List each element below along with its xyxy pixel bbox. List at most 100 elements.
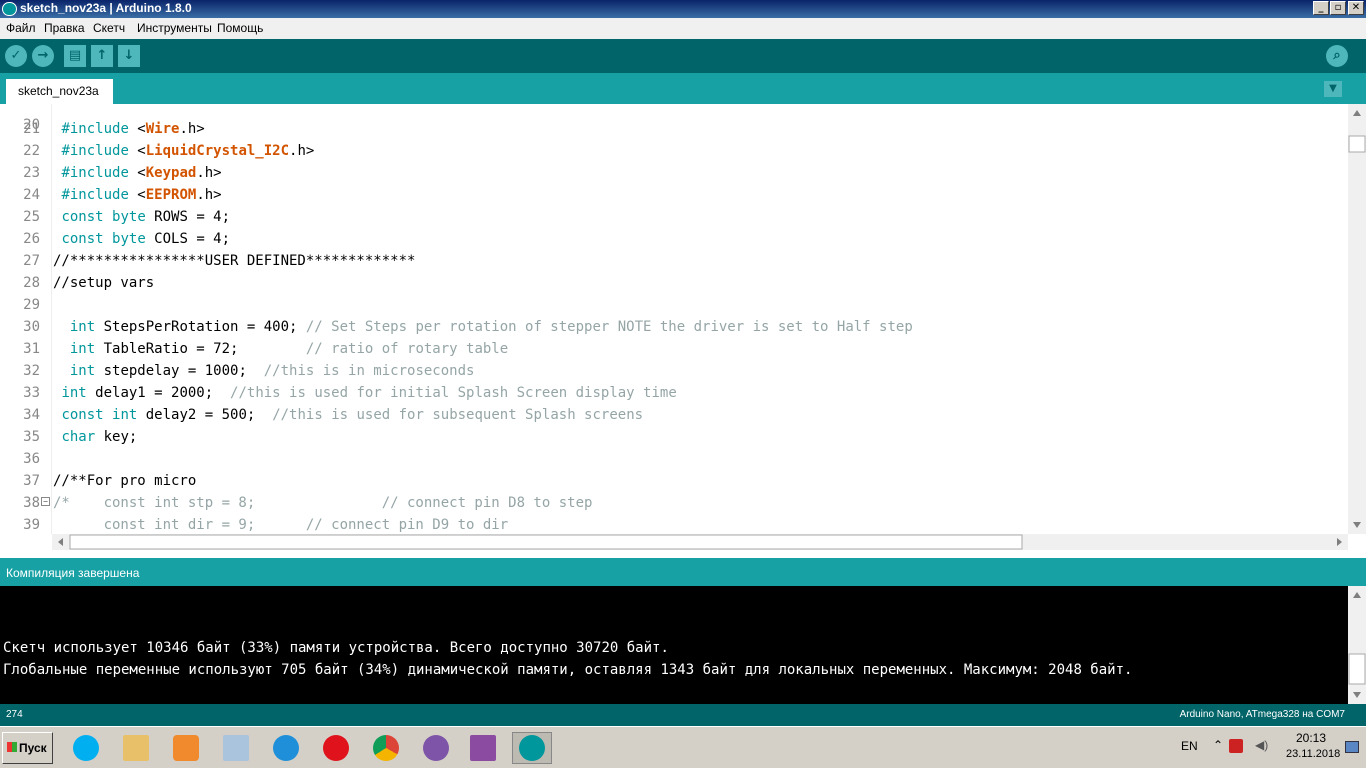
code-text: #include <Wire.h> — [61, 121, 205, 137]
code-text: const int delay2 = 500; //this is used f… — [61, 407, 644, 423]
maximize-button[interactable]: ▫ — [1330, 1, 1346, 15]
line-number: 30 — [23, 319, 40, 335]
code-text: //****************USER DEFINED**********… — [53, 253, 416, 269]
winrar-icon[interactable] — [463, 732, 503, 764]
menu-edit[interactable]: Правка — [44, 21, 85, 35]
code-text: #include <EEPROM.h> — [61, 187, 222, 203]
media-player-icon[interactable] — [166, 732, 206, 764]
console-scroll-parts — [1348, 592, 1366, 698]
clock-date[interactable]: 23.11.2018 — [1286, 748, 1340, 760]
console-scrollbar[interactable] — [1348, 586, 1366, 704]
editor-line: 20 — [0, 104, 40, 133]
code-text: const int dir = 9; // connect pin D9 to … — [53, 517, 509, 533]
hscroll-parts — [58, 534, 1342, 550]
scroll-up-arrow[interactable] — [1353, 110, 1361, 116]
opera-icon[interactable] — [316, 732, 356, 764]
menu-bar: Файл Правка Скетч Инструменты Помощь — [0, 18, 1366, 39]
upload-icon[interactable]: → — [32, 45, 54, 67]
folder-icon[interactable] — [116, 732, 156, 764]
menu-file[interactable]: Файл — [6, 21, 36, 35]
tab-sketch[interactable]: sketch_nov23a — [6, 79, 113, 104]
line-number: 23 — [23, 165, 40, 181]
clock-time[interactable]: 20:13 — [1296, 731, 1326, 745]
status-message: Компиляция завершена — [6, 566, 140, 580]
system-tray: EN ⌃ ◀) 20:13 23.11.2018 — [1175, 727, 1366, 769]
taskbar: Пуск EN ⌃ ◀) 20:13 23.11.2018 — [0, 726, 1366, 768]
code-text: int StepsPerRotation = 400; // Set Steps… — [69, 319, 913, 335]
tab-bar: sketch_nov23a ▼ — [0, 73, 1366, 104]
scroll-up-arrow[interactable] — [1353, 592, 1361, 598]
window-title: sketch_nov23a | Arduino 1.8.0 — [20, 1, 192, 15]
code-text: #include <LiquidCrystal_I2C.h> — [61, 143, 315, 159]
line-number: 27 — [23, 253, 40, 269]
scroll-left-arrow[interactable] — [58, 538, 63, 546]
title-bar: sketch_nov23a | Arduino 1.8.0 _ ▫ ✕ — [0, 0, 1366, 18]
toolbar: ✓ → ▤ ↑ ↓ ⌕ — [0, 39, 1366, 73]
show-desktop-icon[interactable] — [1345, 741, 1359, 753]
arduino-icon — [2, 2, 17, 16]
output-console[interactable]: Скетч использует 10346 байт (33%) памяти… — [0, 586, 1348, 704]
line-number: 39 — [23, 517, 40, 533]
code-text: int delay1 = 2000; //this is used for in… — [61, 385, 677, 401]
scrollbar-thumb[interactable] — [1348, 135, 1366, 153]
code-editor[interactable]: 20 21 #include <Wire.h> 22 #include <Liqu… — [0, 104, 1348, 534]
line-number: 29 — [23, 297, 40, 313]
skype-icon[interactable] — [66, 732, 106, 764]
fold-toggle-icon[interactable]: − — [41, 497, 50, 506]
code-text: //setup vars — [53, 275, 155, 291]
chrome-icon[interactable] — [366, 732, 406, 764]
line-number: 38 — [23, 495, 40, 511]
menu-sketch[interactable]: Скетч — [93, 21, 125, 35]
arduino-icon[interactable] — [512, 732, 552, 764]
magnifier-icon[interactable]: ⌕ — [1326, 45, 1348, 67]
language-indicator[interactable]: EN — [1181, 739, 1198, 753]
new-icon[interactable]: ▤ — [64, 45, 86, 67]
scroll-down-arrow[interactable] — [1353, 692, 1361, 698]
line-number: 35 — [23, 429, 40, 445]
line-number: 25 — [23, 209, 40, 225]
line-number: 36 — [23, 451, 40, 467]
editor-vertical-scrollbar[interactable] — [1348, 104, 1366, 534]
console-scroll-thumb[interactable] — [1348, 653, 1366, 685]
open-icon[interactable]: ↑ — [91, 45, 113, 67]
menu-tools[interactable]: Инструменты — [137, 21, 212, 35]
code-text: const byte ROWS = 4; — [61, 209, 231, 225]
line-number: 33 — [23, 385, 40, 401]
line-number: 32 — [23, 363, 40, 379]
footer-bar: 274 Arduino Nano, ATmega328 на COM7 — [0, 704, 1366, 726]
line-number: 31 — [23, 341, 40, 357]
editor-horizontal-scrollbar[interactable] — [52, 534, 1348, 550]
code-text: /* const int stp = 8; // connect pin D8 … — [53, 495, 593, 511]
status-bar: Компиляция завершена — [0, 558, 1366, 586]
line-number: 22 — [23, 143, 40, 159]
menu-help[interactable]: Помощь — [217, 21, 263, 35]
line-number-indicator: 274 — [6, 709, 23, 720]
scrollbar-arrows — [1348, 110, 1366, 528]
show-hidden-icons-icon[interactable]: ⌃ — [1213, 738, 1223, 752]
console-line: Скетч использует 10346 байт (33%) памяти… — [3, 640, 669, 656]
close-button[interactable]: ✕ — [1348, 1, 1364, 15]
code-text: char key; — [61, 429, 138, 445]
start-button[interactable]: Пуск — [2, 732, 53, 764]
hscroll-thumb[interactable] — [69, 534, 1023, 550]
code-text: const byte COLS = 4; — [61, 231, 231, 247]
verify-icon[interactable]: ✓ — [5, 45, 27, 67]
code-text: int TableRatio = 72; // ratio of rotary … — [69, 341, 509, 357]
viber-icon[interactable] — [416, 732, 456, 764]
line-number: 21 — [23, 121, 40, 137]
tab-menu-chevron-down-icon[interactable]: ▼ — [1324, 81, 1342, 97]
board-port-label: Arduino Nano, ATmega328 на COM7 — [1179, 709, 1345, 720]
tray-app-icon[interactable] — [1229, 739, 1243, 753]
notepad-icon[interactable] — [216, 732, 256, 764]
line-number: 34 — [23, 407, 40, 423]
code-text: //**For pro micro — [53, 473, 197, 489]
line-number: 37 — [23, 473, 40, 489]
console-line: Глобальные переменные используют 705 бай… — [3, 662, 1133, 678]
minimize-button[interactable]: _ — [1313, 1, 1329, 15]
internet-explorer-icon[interactable] — [266, 732, 306, 764]
volume-icon[interactable]: ◀) — [1255, 738, 1268, 752]
scroll-down-arrow[interactable] — [1353, 522, 1361, 528]
save-icon[interactable]: ↓ — [118, 45, 140, 67]
windows-logo-icon — [7, 742, 17, 752]
scroll-right-arrow[interactable] — [1337, 538, 1342, 546]
